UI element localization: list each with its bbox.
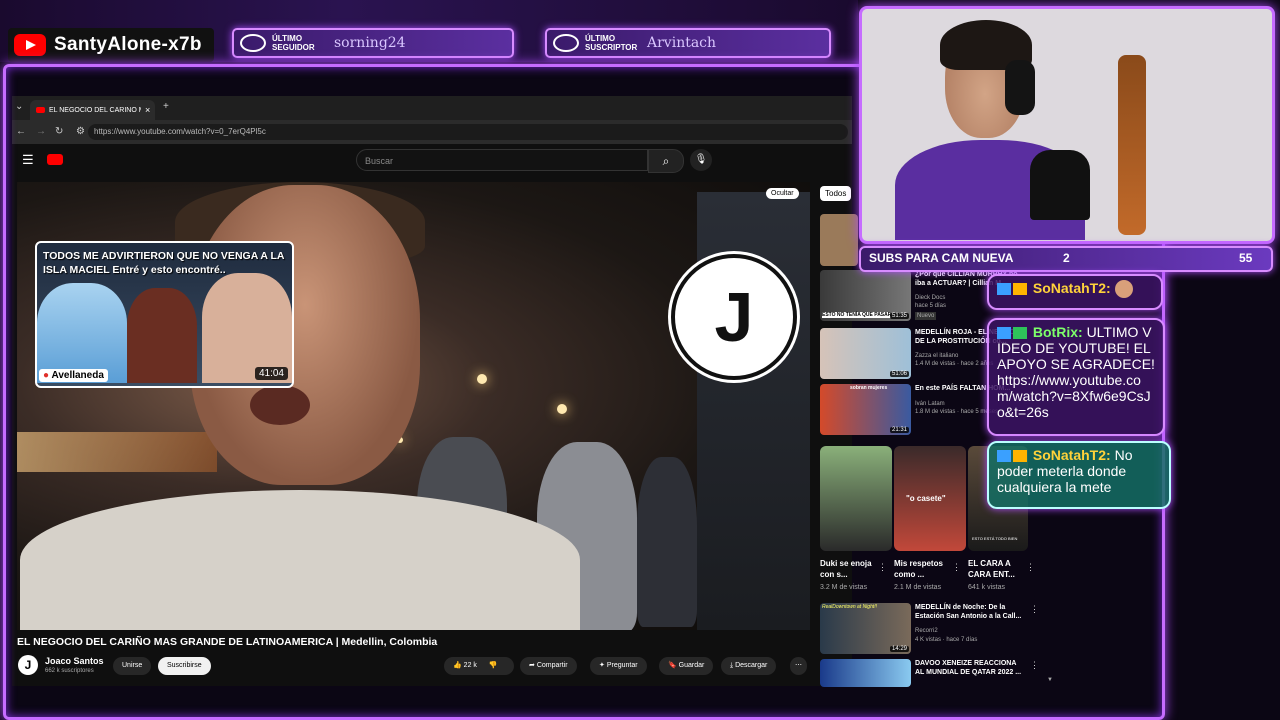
subs-goal-target: 55 [1239,251,1253,265]
chat-message: SoNatahT2: [987,274,1163,310]
last-follower-label: ÚLTIMO SEGUIDOR [272,34,315,52]
chat-username: SoNatahT2: [1032,280,1111,296]
channel-badge: SantyAlone-x7b [8,28,214,62]
last-subscriber-label: ÚLTIMO SUSCRIPTOR [585,34,638,52]
subs-goal-label: SUBS PARA CAM NUEVA [869,251,1014,265]
crown-badge-icon [1013,283,1027,296]
youtube-logo-icon [14,34,46,56]
subs-goal-bar: SUBS PARA CAM NUEVA 2 55 [859,246,1273,272]
last-subscriber-box: ÚLTIMO SUSCRIPTOR Arvintach [545,28,831,58]
microphone-stand [1030,150,1090,220]
channel-name: SantyAlone-x7b [54,34,202,55]
last-follower-value: sorning24 [334,35,406,51]
subs-goal-current: 2 [1063,251,1070,265]
eye-icon [240,34,266,52]
sub-badge-icon [997,327,1011,340]
chat-username: BotRix: [1032,324,1083,340]
chat-message: SoNatahT2: No poder meterla donde cualqu… [987,441,1171,509]
sub-badge-icon [997,450,1011,463]
bass-guitar [1118,55,1146,235]
chat-emote-icon [1114,280,1133,299]
last-follower-box: ÚLTIMO SEGUIDOR sorning24 [232,28,514,58]
sub-badge-icon [997,283,1011,296]
crown-badge-icon [1013,450,1027,463]
last-subscriber-value: Arvintach [647,35,717,51]
chat-username: SoNatahT2: [1032,447,1111,463]
verified-badge-icon [1013,327,1027,340]
chat-message: BotRix: ULTIMO VIDEO DE YOUTUBE! EL APOY… [987,318,1165,436]
headphones-icon [1005,60,1035,115]
eye-icon [553,34,579,52]
